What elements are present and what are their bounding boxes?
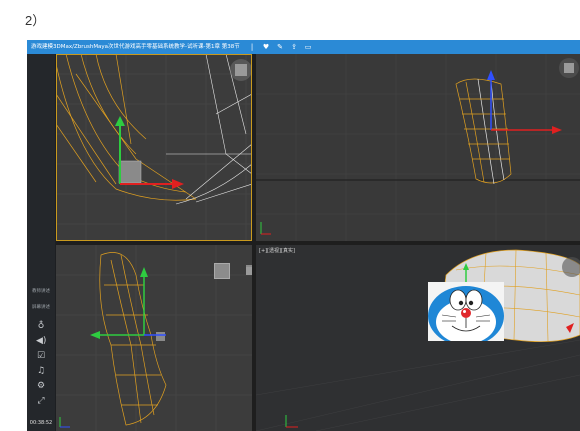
doraemon-overlay-image — [428, 282, 504, 346]
screen-icon[interactable]: ▭ — [304, 40, 312, 54]
bottom-right-scene — [256, 249, 580, 431]
player-titlebar: 游戏建模3DMax/ZbrushMaya次世代游戏高手零基础系统教学-试听课-第… — [27, 40, 580, 54]
doraemon-face — [428, 282, 504, 346]
active-viewport-border — [56, 54, 252, 241]
viewport-divider-horizontal[interactable] — [56, 241, 580, 245]
edit-icon[interactable]: ✎ — [276, 40, 284, 54]
volume-icon[interactable]: ◀) — [36, 336, 46, 346]
top-right-scene — [256, 54, 580, 241]
divider-icon: | — [250, 43, 254, 51]
fullscreen-icon[interactable]: ⤢ — [36, 396, 46, 406]
player-sidebar: 教师讲述 屏幕讲述 ♁ ◀) ☑ ♫ ⚙ ⤢ 00:38:52 — [27, 54, 55, 431]
video-player[interactable]: 游戏建模3DMax/ZbrushMaya次世代游戏高手零基础系统教学-试听课-第… — [27, 40, 580, 431]
music-icon[interactable]: ♫ — [36, 366, 46, 376]
view-cube[interactable] — [214, 263, 230, 279]
heart-icon[interactable]: ♥ — [262, 40, 270, 54]
viewport-top-right[interactable] — [256, 54, 580, 241]
playback-time: 00:38:52 — [29, 420, 53, 426]
share-icon[interactable]: ⇪ — [290, 40, 298, 54]
note-icon[interactable]: ☑ — [36, 351, 46, 361]
settings-icon[interactable]: ⚙ — [36, 381, 46, 391]
mic-icon[interactable]: ♁ — [36, 321, 46, 331]
viewport-bottom-right[interactable]: [+][透视][真实] — [256, 245, 580, 431]
screen-narration-option[interactable]: 屏幕讲述 — [29, 304, 53, 310]
course-title: 游戏建模3DMax/ZbrushMaya次世代游戏高手零基础系统教学-试听课-第… — [31, 44, 240, 50]
perspective-view-label[interactable]: [+][透视][真实] — [259, 247, 295, 254]
teacher-narration-option[interactable]: 教师讲述 — [29, 288, 53, 294]
step-label: 2） — [25, 13, 46, 28]
viewport-bottom-left[interactable] — [56, 245, 252, 431]
titlebar-icons: | ♥ ✎ ⇪ ▭ — [248, 40, 312, 54]
